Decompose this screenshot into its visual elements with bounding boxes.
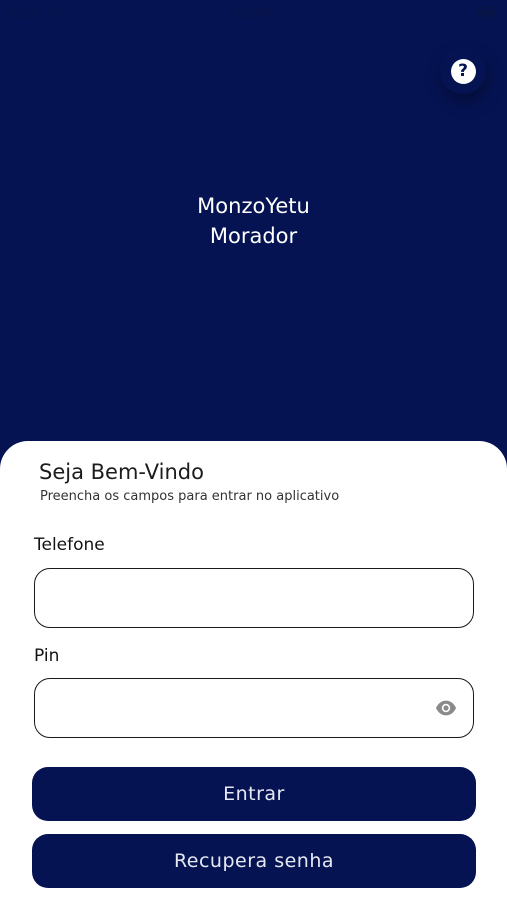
- help-icon: ?: [450, 58, 476, 84]
- pin-field[interactable]: [34, 678, 474, 739]
- battery-tip: [497, 10, 499, 15]
- recover-password-button[interactable]: Recupera senha: [32, 834, 476, 888]
- pin-label: Pin: [34, 646, 60, 666]
- battery-level: [477, 9, 493, 16]
- welcome-title: Seja Bem-Vindo: [39, 460, 204, 484]
- app-brand: MonzoYetu Morador: [0, 191, 507, 251]
- phone-field[interactable]: [34, 568, 474, 629]
- pin-input[interactable]: [51, 679, 425, 739]
- login-screen: Rede 01:42 ? MonzoYetu Morador Seja Bem-…: [0, 0, 507, 900]
- help-glyph: ?: [458, 60, 468, 81]
- battery-icon: [475, 7, 495, 18]
- eye-icon[interactable]: [435, 698, 457, 718]
- login-sheet: Seja Bem-Vindo Preencha os campos para e…: [0, 441, 507, 900]
- submit-label: Entrar: [223, 783, 285, 805]
- welcome-subtitle: Preencha os campos para entrar no aplica…: [40, 489, 340, 504]
- status-time: 01:42: [232, 6, 275, 21]
- app-subtitle: Morador: [209, 224, 298, 248]
- help-button[interactable]: ?: [440, 48, 486, 94]
- phone-input[interactable]: [51, 569, 425, 629]
- recover-password-label: Recupera senha: [173, 850, 335, 872]
- app-name: MonzoYetu: [197, 194, 310, 218]
- status-bar: Rede 01:42: [0, 0, 507, 28]
- submit-button[interactable]: Entrar: [32, 767, 476, 821]
- phone-label: Telefone: [34, 535, 105, 555]
